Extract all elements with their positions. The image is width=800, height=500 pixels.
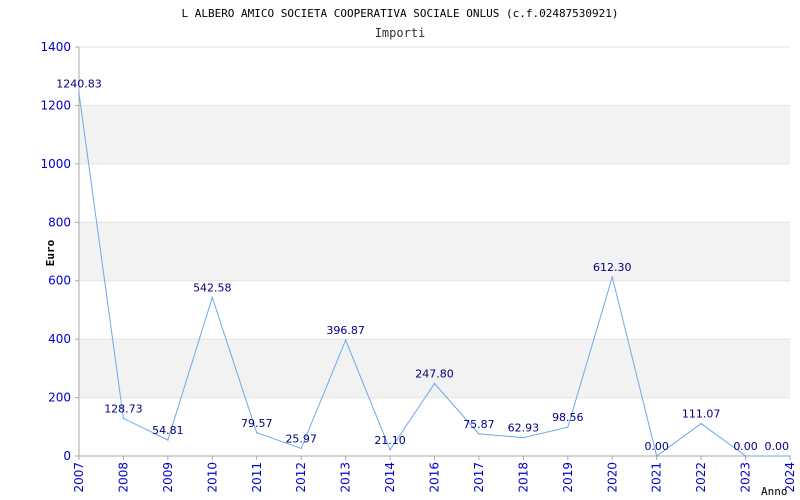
x-tick-label: 2017	[472, 462, 486, 493]
data-point	[389, 449, 391, 451]
x-tick-label: 2007	[72, 462, 86, 493]
data-label: 54.81	[152, 424, 184, 437]
data-point	[655, 455, 658, 457]
x-tick-label: 2023	[739, 462, 753, 493]
x-tick-label: 2010	[205, 462, 219, 493]
grid-band	[79, 222, 790, 281]
data-label: 75.87	[463, 418, 495, 431]
data-label: 0.00	[733, 440, 758, 453]
data-point	[211, 296, 214, 299]
y-tick-label: 1400	[40, 40, 71, 54]
grid-band	[79, 47, 790, 106]
y-tick-label: 800	[48, 215, 71, 229]
grid-band	[79, 163, 790, 223]
data-label: 25.97	[285, 432, 317, 445]
data-point	[255, 431, 258, 434]
x-tick-label: 2014	[383, 462, 397, 493]
data-label: 128.73	[104, 402, 143, 415]
y-axis-label: Euro	[44, 239, 57, 266]
data-point	[700, 422, 702, 425]
x-tick-label: 2013	[339, 462, 353, 493]
data-point	[567, 426, 569, 429]
data-point	[433, 382, 436, 385]
data-label: 98.56	[552, 411, 584, 424]
data-label: 396.87	[326, 324, 365, 337]
data-point	[478, 433, 480, 435]
chart-subtitle: Importi	[375, 26, 426, 40]
data-label: 21.10	[374, 434, 406, 447]
data-label: 0.00	[644, 440, 669, 453]
grid-band	[79, 397, 790, 456]
grid-band	[79, 280, 790, 340]
x-axis-label: Anno	[761, 485, 788, 498]
data-label: 1240.83	[56, 78, 102, 91]
x-tick-label: 2008	[116, 462, 130, 493]
grid-bands	[79, 46, 790, 457]
data-point	[522, 436, 525, 439]
y-tick-label: 0	[63, 449, 71, 463]
y-tick-label: 1000	[40, 157, 71, 171]
y-tick-label: 400	[48, 332, 71, 346]
y-tick-label: 1200	[40, 98, 71, 112]
data-point	[122, 417, 125, 420]
data-label: 62.93	[508, 422, 540, 435]
data-label: 542.58	[193, 281, 232, 294]
x-tick-label: 2016	[428, 462, 442, 493]
x-tick-label: 2020	[605, 462, 619, 493]
y-tick-label: 600	[48, 274, 71, 288]
data-point	[167, 439, 169, 441]
data-point	[300, 447, 302, 450]
data-label: 79.57	[241, 417, 273, 430]
x-tick-label: 2018	[516, 462, 530, 493]
x-tick-label: 2012	[294, 462, 308, 493]
chart-title: L ALBERO AMICO SOCIETA COOPERATIVA SOCIA…	[181, 7, 618, 20]
data-label: 612.30	[593, 261, 632, 274]
x-tick-label: 2019	[561, 462, 575, 493]
data-label: 111.07	[682, 408, 721, 421]
data-point	[611, 276, 614, 278]
data-point	[744, 455, 747, 457]
x-tick-labels: 2007 2008 2009 2010 2011 2012 2013 2014 2016 2017…	[72, 462, 797, 493]
data-point	[344, 339, 347, 341]
x-tick-label: 2009	[161, 462, 175, 493]
x-tick-label: 2021	[650, 462, 664, 493]
data-label: 0.00	[765, 440, 790, 453]
grid-band	[79, 105, 790, 164]
data-point	[789, 455, 791, 457]
y-tick-label: 200	[48, 391, 71, 405]
x-tick-label: 2022	[694, 462, 708, 493]
data-label: 247.80	[415, 368, 454, 381]
data-point	[78, 92, 80, 95]
x-tick-label: 2011	[250, 462, 264, 493]
importi-line-chart: L ALBERO AMICO SOCIETA COOPERATIVA SOCIA…	[40, 7, 797, 498]
